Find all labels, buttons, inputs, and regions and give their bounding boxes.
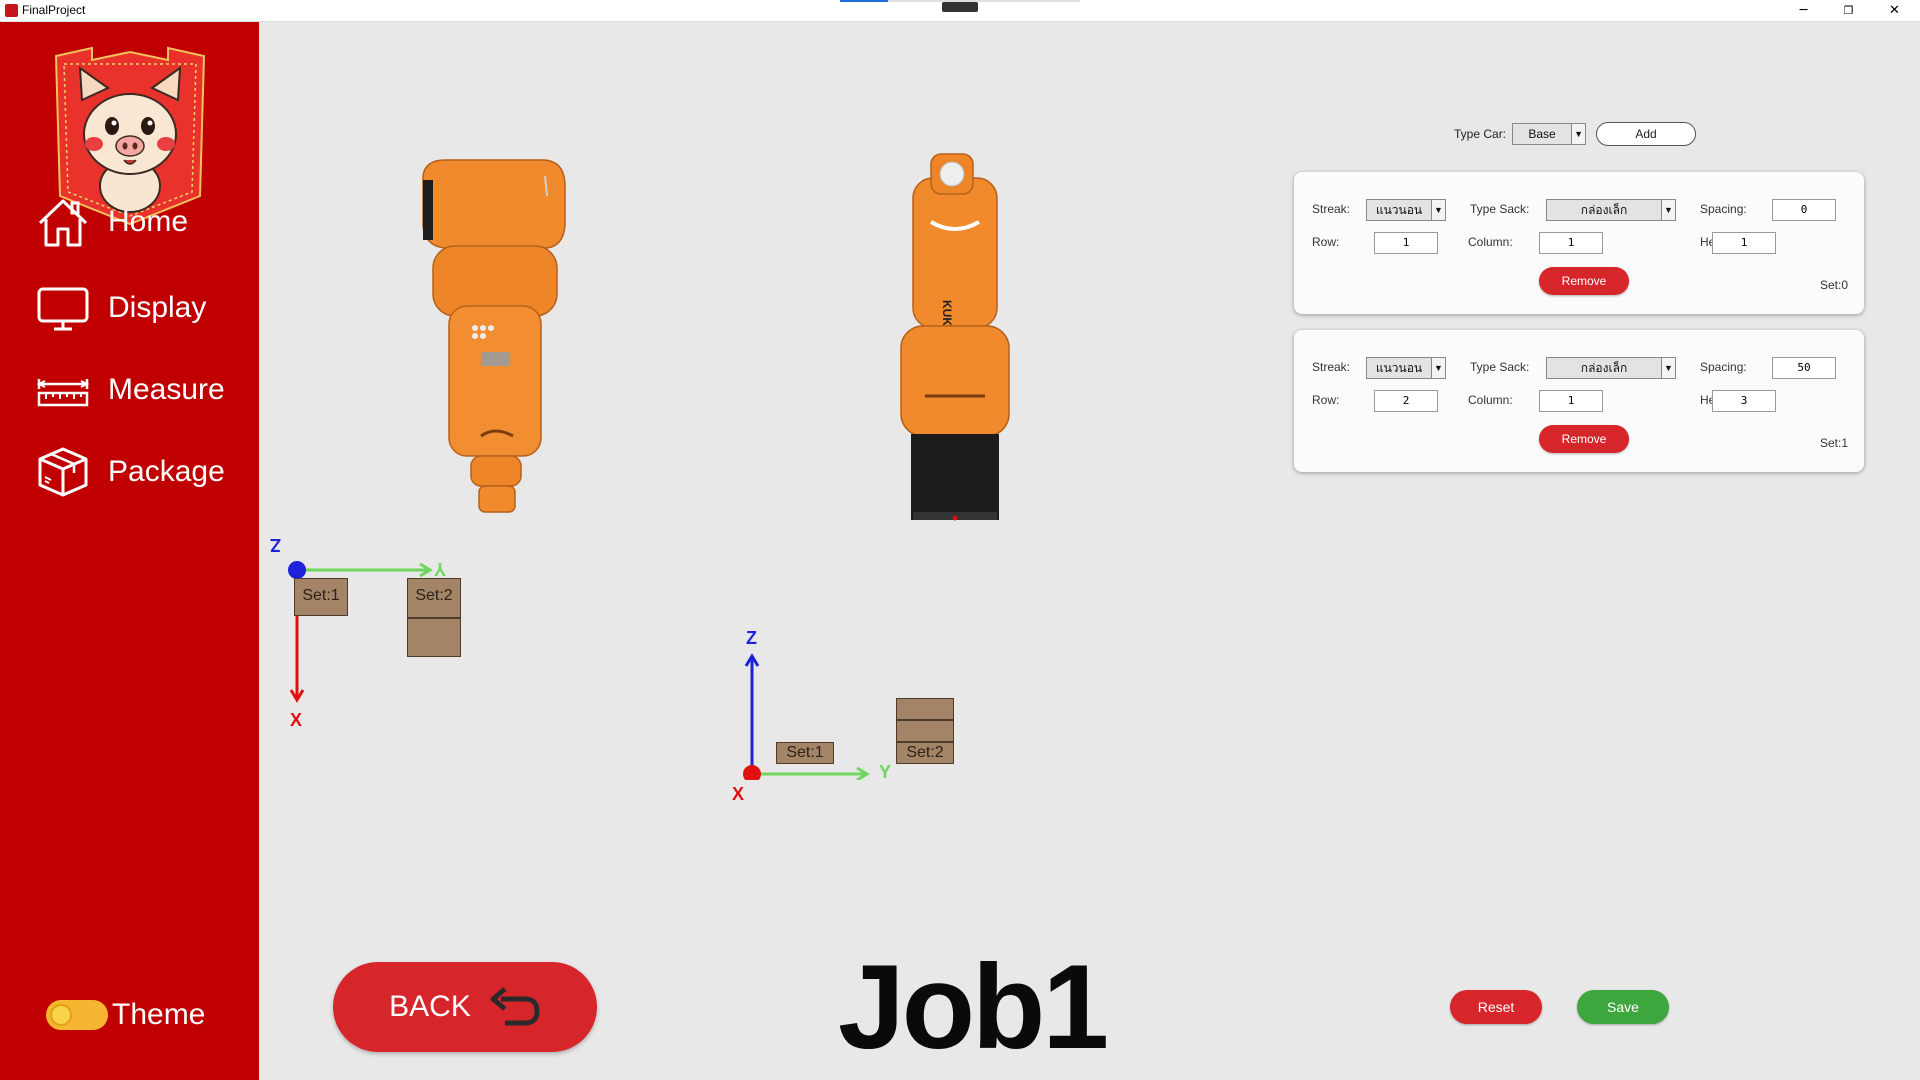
undo-arrow-icon — [490, 987, 540, 1026]
minimize-button[interactable]: ─ — [1781, 0, 1826, 22]
package-box: Set:2 — [896, 742, 954, 764]
set-card: Streak: แนวนอน ▼ Type Sack: กล่องเล็ก ▼ … — [1294, 330, 1864, 472]
window-title: FinalProject — [22, 3, 86, 17]
spacing-label: Spacing: — [1700, 360, 1747, 374]
streak-select[interactable]: แนวนอน ▼ — [1366, 199, 1446, 221]
home-icon — [38, 199, 88, 247]
spacing-label: Spacing: — [1700, 202, 1747, 216]
package-box-layer — [896, 698, 954, 720]
ruler-icon — [36, 379, 90, 407]
close-button[interactable]: ✕ — [1872, 0, 1917, 22]
type-sack-select[interactable]: กล่องเล็ก ▼ — [1546, 357, 1676, 379]
streak-select[interactable]: แนวนอน ▼ — [1366, 357, 1446, 379]
column-label: Column: — [1468, 235, 1513, 249]
type-car-value: Base — [1528, 127, 1556, 141]
back-button[interactable]: BACK — [333, 962, 597, 1052]
type-sack-value: กล่องเล็ก — [1580, 360, 1628, 375]
axis-x-label: X — [732, 784, 745, 804]
axis-z-label: Z — [270, 535, 281, 555]
type-sack-label: Type Sack: — [1470, 360, 1530, 374]
sidebar-item-label: Measure — [108, 373, 225, 406]
restore-button[interactable]: ❐ — [1826, 0, 1871, 22]
axis-y-label: Y — [434, 559, 447, 579]
row-input[interactable]: 1 — [1374, 232, 1438, 254]
row-label: Row: — [1312, 235, 1340, 249]
type-sack-value: กล่องเล็ก — [1580, 202, 1628, 217]
package-icon — [38, 447, 88, 497]
type-car-select[interactable]: Base ▼ — [1512, 123, 1587, 145]
chevron-down-icon: ▼ — [1571, 124, 1586, 144]
column-input[interactable]: 1 — [1539, 390, 1603, 412]
streak-value: แนวนอน — [1375, 202, 1423, 217]
back-label: BACK — [389, 990, 471, 1023]
axis-y-label: Y — [879, 762, 892, 782]
package-box: Set:1 — [776, 742, 834, 764]
column-label: Column: — [1468, 393, 1513, 407]
robot-top-view — [422, 159, 566, 513]
remove-button[interactable]: Remove — [1539, 425, 1629, 453]
row-input[interactable]: 2 — [1374, 390, 1438, 412]
app-icon — [5, 4, 18, 17]
streak-label: Streak: — [1312, 360, 1351, 374]
add-button[interactable]: Add — [1596, 122, 1697, 146]
axis-x-label: X — [290, 710, 303, 730]
chevron-down-icon: ▼ — [1661, 358, 1675, 378]
type-car-label: Type Car: — [1454, 127, 1507, 141]
sidebar-item-label: Home — [108, 205, 189, 238]
height-input[interactable]: 1 — [1712, 232, 1776, 254]
sun-icon — [50, 1004, 72, 1026]
remove-button[interactable]: Remove — [1539, 267, 1629, 295]
theme-label: Theme — [112, 998, 206, 1031]
sidebar-item-display[interactable]: Display — [36, 278, 246, 338]
set-tag: Set:1 — [1819, 436, 1848, 450]
sidebar: Home Display Measure Package Theme — [0, 22, 259, 1080]
spacing-input[interactable]: 50 — [1772, 357, 1836, 379]
package-box: Set:2 — [407, 578, 461, 618]
theme-toggle[interactable] — [46, 1000, 108, 1030]
package-box-layer — [896, 720, 954, 742]
type-car-row: Type Car: Base ▼ Add — [1454, 122, 1697, 146]
package-box: Set:1 — [294, 578, 348, 616]
title-bar: FinalProject ─ ❐ ✕ — [0, 0, 1920, 22]
streak-label: Streak: — [1312, 202, 1351, 216]
reset-button[interactable]: Reset — [1450, 990, 1542, 1024]
tab-strip-active — [840, 0, 888, 2]
package-box-layer — [407, 618, 461, 657]
monitor-icon — [37, 287, 89, 331]
drag-handle[interactable] — [942, 2, 978, 12]
sidebar-item-home[interactable]: Home — [36, 192, 246, 252]
column-input[interactable]: 1 — [1539, 232, 1603, 254]
streak-value: แนวนอน — [1375, 360, 1423, 375]
robot-side-view: KUKA — [900, 153, 1010, 521]
set-tag: Set:0 — [1819, 278, 1848, 292]
row-label: Row: — [1312, 393, 1340, 407]
save-button[interactable]: Save — [1577, 990, 1669, 1024]
sidebar-item-package[interactable]: Package — [36, 442, 246, 502]
theme-toggle-row: Theme — [46, 998, 205, 1032]
sidebar-item-measure[interactable]: Measure — [36, 360, 246, 420]
chevron-down-icon: ▼ — [1431, 200, 1445, 220]
type-sack-select[interactable]: กล่องเล็ก ▼ — [1546, 199, 1676, 221]
type-sack-label: Type Sack: — [1470, 202, 1530, 216]
spacing-input[interactable]: 0 — [1772, 199, 1836, 221]
set-card: Streak: แนวนอน ▼ Type Sack: กล่องเล็ก ▼ … — [1294, 172, 1864, 314]
height-input[interactable]: 3 — [1712, 390, 1776, 412]
job-title: Job1 — [838, 940, 1109, 1074]
chevron-down-icon: ▼ — [1661, 200, 1675, 220]
chevron-down-icon: ▼ — [1431, 358, 1445, 378]
sidebar-item-label: Package — [108, 455, 225, 488]
axis-z-label: Z — [746, 628, 757, 648]
sidebar-item-label: Display — [108, 291, 207, 324]
